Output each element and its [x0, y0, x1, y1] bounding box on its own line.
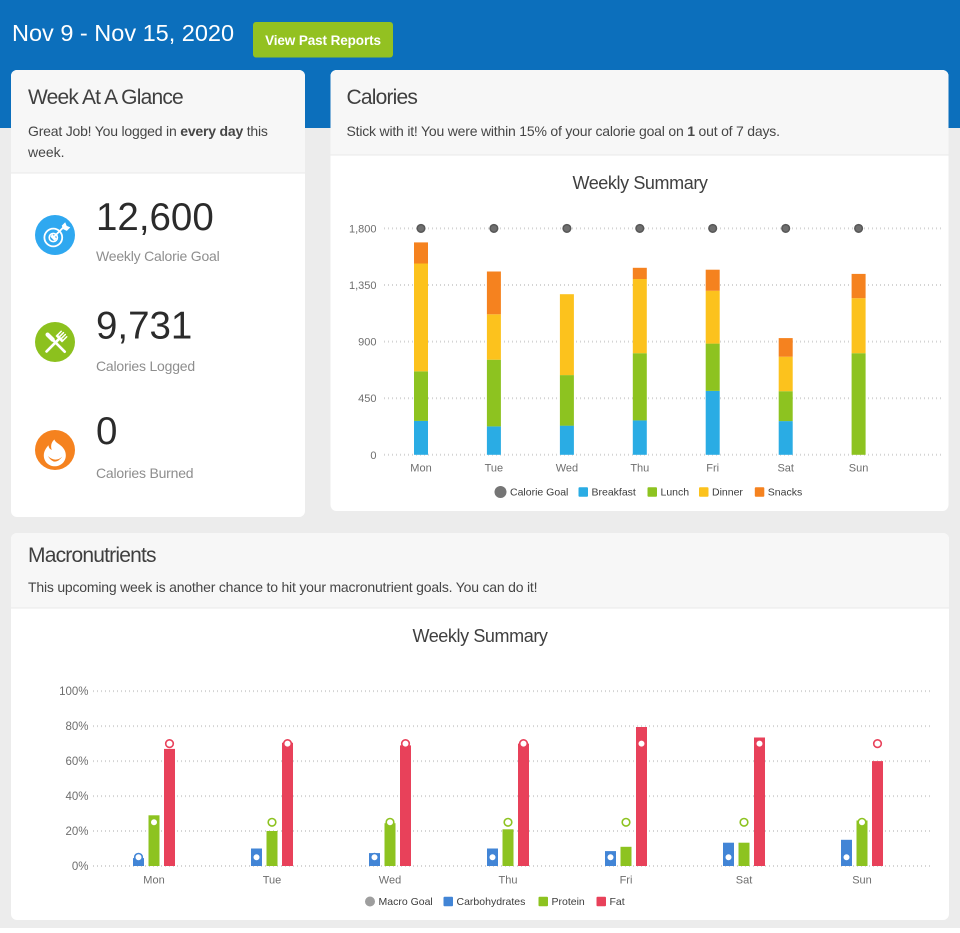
svg-text:Macronutrients: Macronutrients — [28, 544, 156, 567]
svg-text:100%: 100% — [59, 686, 88, 698]
svg-text:9,731: 9,731 — [96, 305, 192, 348]
svg-text:60%: 60% — [65, 756, 88, 768]
svg-text:Protein: Protein — [552, 896, 585, 908]
svg-text:Mon: Mon — [143, 875, 164, 887]
svg-text:Sat: Sat — [736, 875, 753, 887]
svg-text:Dinner: Dinner — [712, 487, 743, 499]
svg-text:20%: 20% — [65, 826, 88, 838]
svg-text:Weekly Calorie Goal: Weekly Calorie Goal — [96, 248, 220, 264]
svg-text:Calories Logged: Calories Logged — [96, 358, 195, 374]
svg-text:Sat: Sat — [777, 463, 794, 475]
svg-text:Lunch: Lunch — [661, 487, 690, 499]
svg-text:View Past Reports: View Past Reports — [265, 33, 381, 48]
svg-text:0%: 0% — [72, 861, 89, 873]
svg-text:80%: 80% — [65, 721, 88, 733]
svg-text:450: 450 — [358, 393, 376, 405]
svg-text:0: 0 — [96, 410, 117, 453]
svg-text:Tue: Tue — [485, 463, 504, 475]
svg-text:Stick with it! You were within: Stick with it! You were within 15% of yo… — [347, 123, 780, 139]
svg-text:Weekly Summary: Weekly Summary — [412, 626, 547, 646]
svg-text:Calorie Goal: Calorie Goal — [510, 487, 568, 499]
svg-text:Nov 9 - Nov 15, 2020: Nov 9 - Nov 15, 2020 — [12, 20, 234, 46]
svg-text:Breakfast: Breakfast — [592, 487, 636, 499]
svg-text:Snacks: Snacks — [768, 487, 802, 499]
svg-text:Fat: Fat — [610, 896, 625, 908]
svg-text:12,600: 12,600 — [96, 196, 214, 239]
svg-text:Great Job! You logged in every: Great Job! You logged in every day this — [28, 123, 268, 139]
svg-text:0: 0 — [370, 450, 376, 462]
svg-text:40%: 40% — [65, 791, 88, 803]
svg-text:Weekly Summary: Weekly Summary — [572, 173, 707, 193]
svg-text:Week At A Glance: Week At A Glance — [28, 86, 183, 109]
svg-text:Wed: Wed — [556, 463, 578, 475]
svg-text:Fri: Fri — [706, 463, 719, 475]
svg-text:Macro Goal: Macro Goal — [379, 896, 433, 908]
svg-text:Sun: Sun — [849, 463, 869, 475]
svg-text:1,800: 1,800 — [349, 223, 377, 235]
svg-text:1,350: 1,350 — [349, 280, 377, 292]
svg-text:Calories: Calories — [347, 86, 418, 109]
svg-text:Sun: Sun — [852, 875, 872, 887]
svg-text:Carbohydrates: Carbohydrates — [457, 896, 526, 908]
svg-text:Tue: Tue — [263, 875, 282, 887]
svg-text:week.: week. — [27, 144, 65, 160]
svg-text:Thu: Thu — [499, 875, 518, 887]
svg-text:900: 900 — [358, 337, 376, 349]
svg-text:Wed: Wed — [379, 875, 401, 887]
svg-text:Calories Burned: Calories Burned — [96, 465, 193, 481]
svg-text:Mon: Mon — [410, 463, 431, 475]
svg-text:This upcoming week is another: This upcoming week is another chance to … — [28, 579, 537, 595]
svg-text:Fri: Fri — [620, 875, 633, 887]
svg-text:Thu: Thu — [630, 463, 649, 475]
